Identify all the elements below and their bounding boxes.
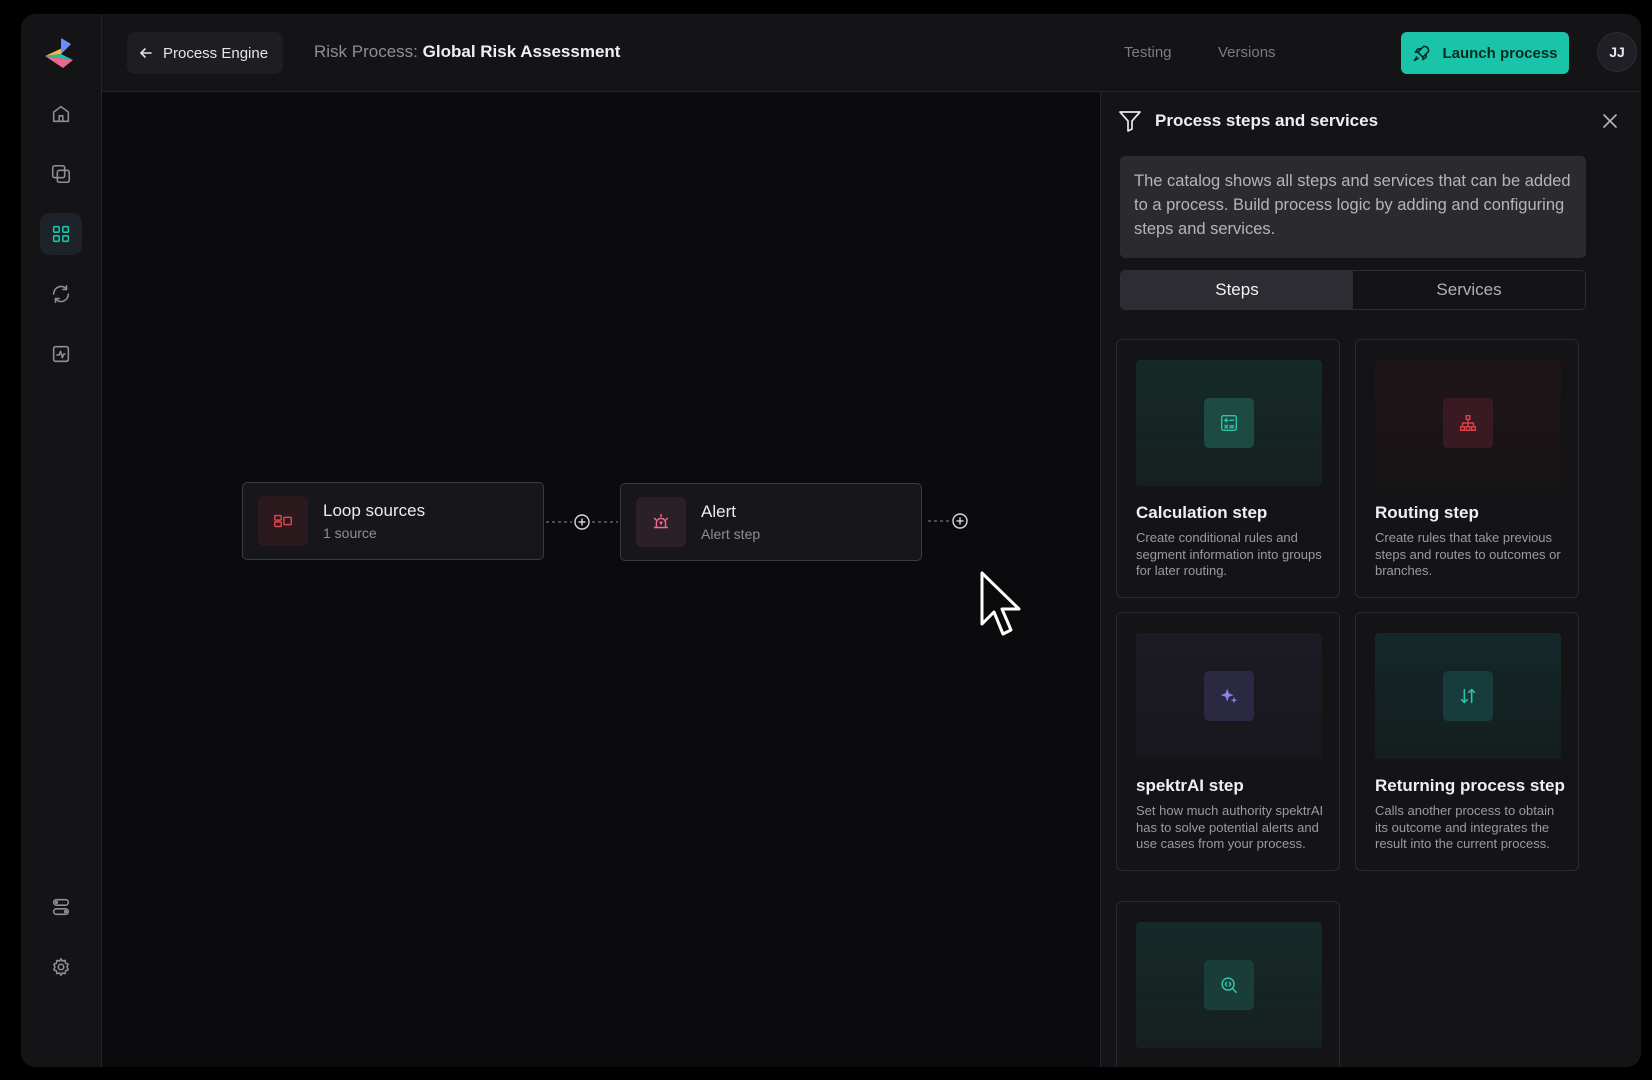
calculator-icon: [1220, 414, 1238, 432]
card-thumbnail: [1136, 633, 1322, 759]
alert-node[interactable]: Alert Alert step: [620, 483, 922, 561]
loop-sources-title: Loop sources: [323, 501, 426, 520]
add-step-button-2[interactable]: [952, 513, 968, 529]
card-thumbnail: [1375, 633, 1561, 759]
card-title: Returning process step: [1375, 776, 1565, 795]
copy-icon: [51, 164, 71, 184]
connector-2: [928, 513, 968, 529]
card-thumbnail: [1375, 360, 1561, 486]
alarm-icon: [653, 513, 669, 529]
card-icon-box: [1204, 960, 1254, 1010]
close-icon[interactable]: [1601, 112, 1619, 130]
tab-steps[interactable]: Steps: [1121, 271, 1353, 309]
process-name: Global Risk Assessment: [422, 42, 621, 61]
alert-icon-box: [636, 497, 686, 547]
search-code-icon: [1221, 977, 1238, 994]
back-button-label: Process Engine: [163, 44, 269, 62]
breadcrumb-prefix: Risk Process:: [314, 42, 418, 61]
card-title: spektrAI step: [1136, 776, 1244, 795]
connector-1: [546, 514, 618, 530]
loop-sources-node[interactable]: Loop sources 1 source: [242, 482, 544, 560]
home-nav-button[interactable]: [40, 93, 82, 135]
mouse-cursor-icon: [980, 571, 1021, 636]
card-title: Routing step: [1375, 503, 1479, 522]
home-icon: [52, 105, 70, 123]
settings-nav-button[interactable]: [40, 946, 82, 988]
panel-header: Process steps and services: [1117, 108, 1378, 134]
catalog-info: The catalog shows all steps and services…: [1120, 156, 1586, 258]
card-thumbnail: [1136, 922, 1322, 1048]
routing-step-card[interactable]: Routing step Create rules that take prev…: [1355, 339, 1579, 598]
card-icon-box: [1443, 671, 1493, 721]
route-icon: [52, 898, 70, 916]
refresh-icon: [52, 284, 70, 304]
hierarchy-icon: [1459, 414, 1477, 432]
arrows-up-down-icon: [1460, 688, 1476, 704]
card-title: Calculation step: [1136, 503, 1268, 522]
top-header: Process Engine Risk Process: Global Risk…: [102, 14, 1641, 92]
search-step-card[interactable]: [1116, 901, 1340, 1067]
panel-title: Process steps and services: [1155, 111, 1379, 130]
launch-process-label: Launch process: [1442, 44, 1558, 62]
sync-nav-button[interactable]: [40, 273, 82, 315]
filter-icon: [1119, 111, 1141, 132]
card-description: Create rules that take previous steps an…: [1375, 530, 1561, 578]
arrow-left-icon: [139, 48, 152, 58]
loop-sources-icon-box: [258, 496, 308, 546]
process-nav-button[interactable]: [40, 213, 82, 255]
gear-icon: [53, 957, 69, 977]
copy-nav-button[interactable]: [40, 153, 82, 195]
card-icon-box: [1204, 398, 1254, 448]
card-description: Calls another process to obtain its outc…: [1375, 803, 1555, 851]
app-window: Process Engine Risk Process: Global Risk…: [21, 14, 1641, 1067]
panel-tabs: Steps Services: [1120, 270, 1586, 310]
versions-link[interactable]: Versions: [1218, 44, 1276, 61]
breadcrumb: Risk Process: Global Risk Assessment: [314, 42, 620, 62]
activity-chart-icon: [52, 345, 70, 363]
add-step-button-1[interactable]: [574, 514, 590, 530]
rocket-icon: [1414, 45, 1430, 62]
process-canvas[interactable]: Loop sources 1 source Alert Alert step: [102, 92, 1100, 1067]
user-avatar[interactable]: JJ: [1597, 32, 1637, 72]
card-icon-box: [1443, 398, 1493, 448]
steps-services-panel: Process steps and services The catalog s…: [1100, 92, 1641, 1067]
card-description: Create conditional rules and segment inf…: [1136, 530, 1322, 578]
launch-process-button[interactable]: Launch process: [1401, 32, 1569, 74]
returning-process-step-card[interactable]: Returning process step Calls another pro…: [1355, 612, 1579, 871]
loop-sources-subtitle: 1 source: [323, 525, 377, 541]
grid-icon: [52, 225, 70, 243]
app-logo[interactable]: [41, 36, 77, 72]
spektrai-step-card[interactable]: spektrAI step Set how much authority spe…: [1116, 612, 1340, 871]
card-thumbnail: [1136, 360, 1322, 486]
alert-title: Alert: [701, 502, 736, 521]
tab-services[interactable]: Services: [1353, 271, 1585, 309]
activity-nav-button[interactable]: [40, 333, 82, 375]
testing-link[interactable]: Testing: [1124, 44, 1172, 61]
back-to-process-engine-button[interactable]: Process Engine: [127, 32, 284, 74]
sparkles-icon: [1220, 688, 1238, 704]
calculation-step-card[interactable]: Calculation step Create conditional rule…: [1116, 339, 1340, 598]
loop-sources-icon: [274, 514, 292, 528]
card-description: Set how much authority spektrAI has to s…: [1136, 803, 1324, 851]
integrations-nav-button[interactable]: [40, 886, 82, 928]
sidebar: [21, 14, 102, 1067]
alert-subtitle: Alert step: [701, 526, 761, 542]
card-icon-box: [1204, 671, 1254, 721]
